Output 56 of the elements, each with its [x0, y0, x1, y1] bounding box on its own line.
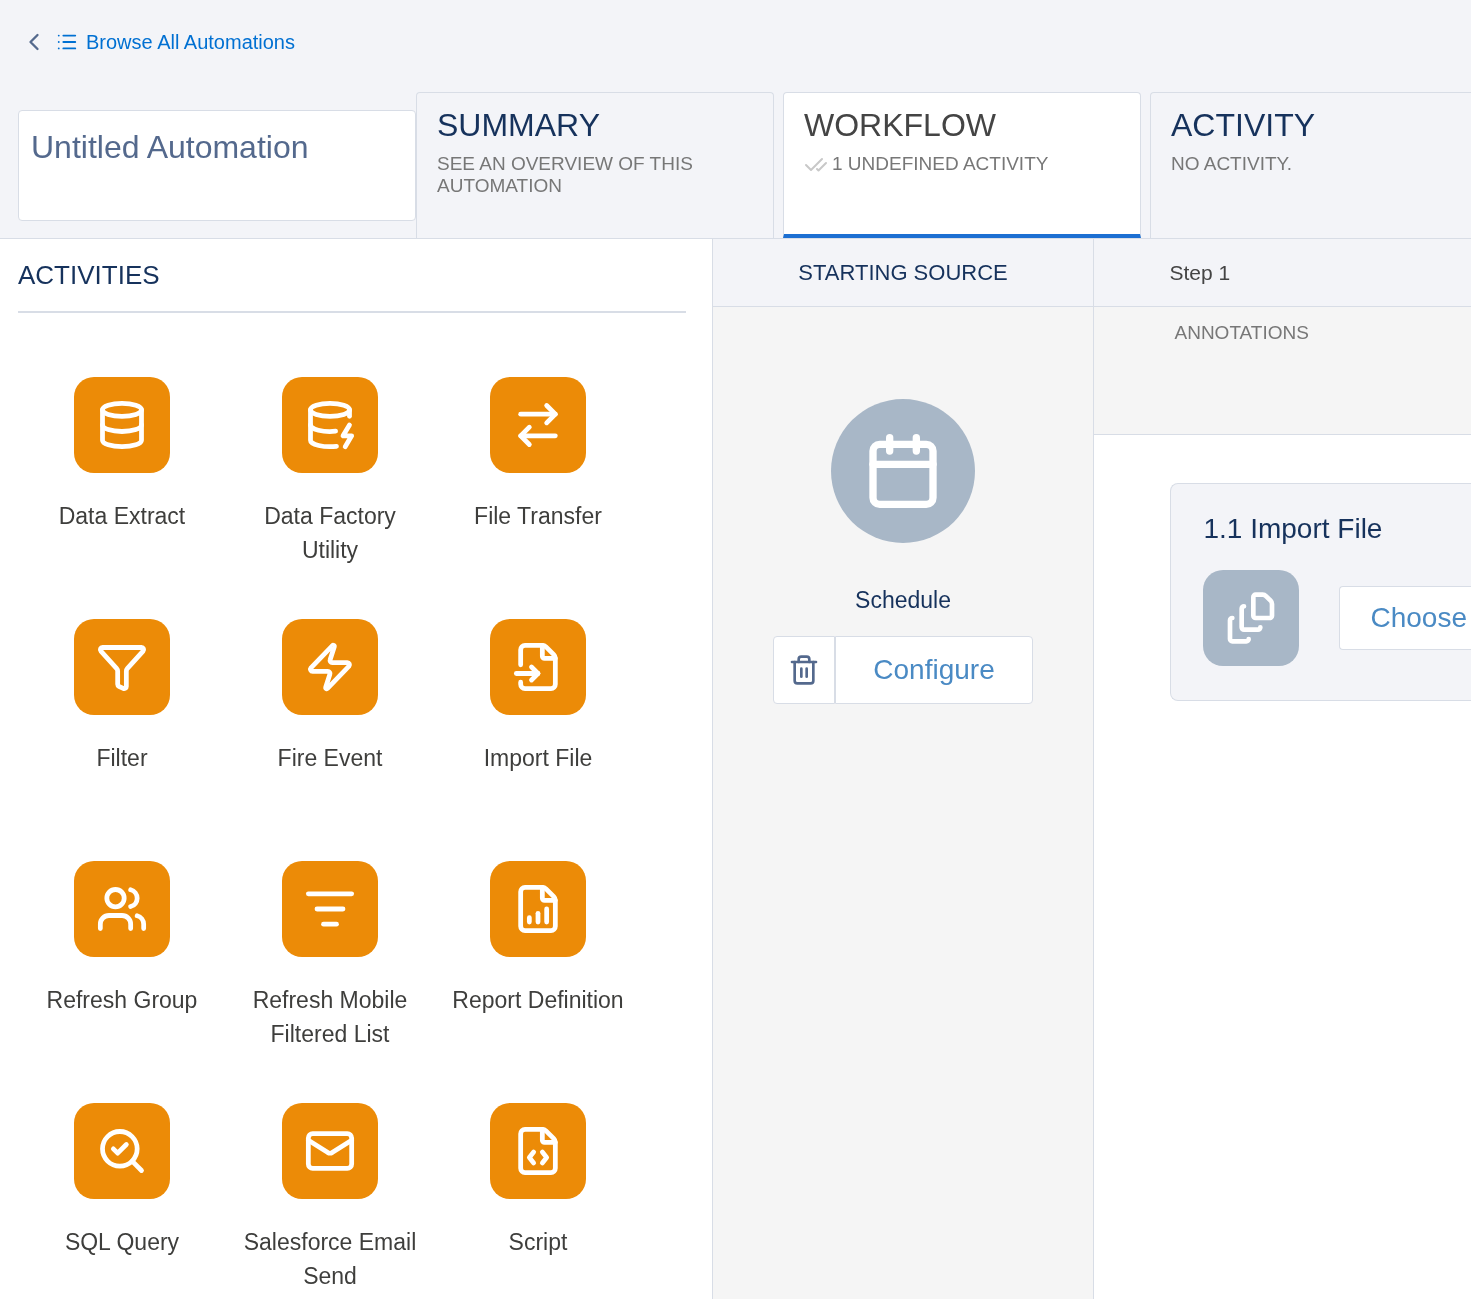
search-check-icon [74, 1103, 170, 1199]
configure-button[interactable]: Configure [835, 635, 1033, 704]
column-header: STARTING SOURCE [798, 259, 1008, 287]
activity-label: Script [507, 1228, 569, 1257]
activity-label: Refresh Group [45, 986, 199, 1015]
arrows-icon [490, 377, 586, 473]
activity-label: Salesforce Email Send [242, 1228, 418, 1291]
activity-label: Refresh Mobile Filtered List [251, 986, 409, 1049]
activity-tile[interactable]: Report Definition [434, 861, 642, 1057]
funnel-icon [74, 619, 170, 715]
activity-label: Fire Event [276, 744, 384, 773]
lightning-icon [282, 619, 378, 715]
tab-subtitle: NO ACTIVITY. [1171, 153, 1293, 176]
tab[interactable]: ACTIVITY NO ACTIVITY. [1150, 92, 1471, 238]
activity-label: Import File [482, 744, 594, 773]
database-icon [74, 377, 170, 473]
activity-tile[interactable]: Data Factory Utility [226, 377, 434, 573]
activity-label: Data Extract [57, 502, 187, 531]
activity-tile[interactable]: Import File [434, 619, 642, 815]
choose-button[interactable]: Choose [1339, 586, 1471, 650]
section-title: ACTIVITIES [18, 258, 160, 292]
activity-label: File Transfer [473, 502, 603, 531]
report-chart-icon [490, 861, 586, 957]
file-import-icon [490, 619, 586, 715]
activity-tile[interactable]: Refresh Group [18, 861, 226, 1057]
tab-title: WORKFLOW [804, 106, 997, 146]
source-label: Schedule [855, 586, 951, 615]
activity-tile[interactable]: File Transfer [434, 377, 642, 573]
tab-title: ACTIVITY [1171, 106, 1316, 146]
delete-button[interactable] [773, 635, 835, 704]
activity-tile[interactable]: SQL Query [18, 1103, 226, 1299]
list-filter-icon [282, 861, 378, 957]
activity-tile[interactable]: Filter [18, 619, 226, 815]
envelope-icon [282, 1103, 378, 1199]
code-file-icon [490, 1103, 586, 1199]
activity-tile[interactable]: Refresh Mobile Filtered List [226, 861, 434, 1057]
tab-subtitle: 1 UNDEFINED ACTIVITY [832, 153, 1049, 176]
tab[interactable]: WORKFLOW 1 UNDEFINED ACTIVITY [783, 92, 1141, 238]
tab-subtitle: SEE AN OVERVIEW OF THIS AUTOMATION [437, 153, 694, 198]
activity-label: Report Definition [451, 986, 625, 1015]
back-link[interactable]: Browse All Automations [20, 27, 295, 58]
people-icon [74, 861, 170, 957]
activity-tile[interactable]: Script [434, 1103, 642, 1299]
activity-tile[interactable]: Data Extract [18, 377, 226, 573]
annotations-label: ANNOTATIONS [1174, 321, 1310, 345]
activity-label: Filter [95, 744, 149, 773]
step-header: Step 1 [1169, 259, 1231, 286]
title-field[interactable]: Untitled Automation [18, 110, 416, 221]
tab[interactable]: SUMMARY SEE AN OVERVIEW OF THIS AUTOMATION [416, 92, 774, 238]
tab-title: SUMMARY [437, 106, 601, 146]
activity-tile[interactable]: Salesforce Email Send [226, 1103, 434, 1299]
activity-label: Data Factory Utility [263, 502, 397, 565]
activity-label: SQL Query [63, 1228, 181, 1257]
activity-tile[interactable]: Fire Event [226, 619, 434, 815]
card-title: 1.1 Import File [1203, 512, 1384, 546]
trash-icon [788, 653, 820, 686]
